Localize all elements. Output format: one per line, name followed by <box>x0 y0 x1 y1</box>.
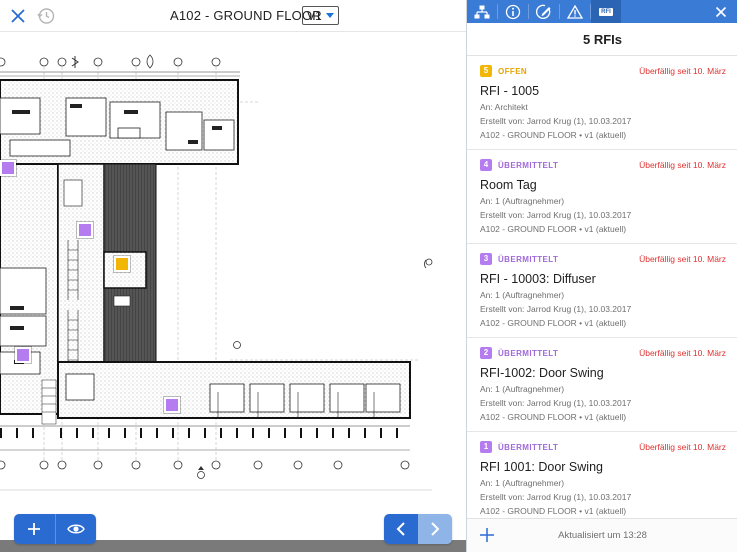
floor-plan-drawing[interactable] <box>0 40 466 500</box>
panel-footer: Aktualisiert um 13:28 <box>467 518 737 552</box>
rfi-number-badge: 3 <box>480 253 492 265</box>
rfi-recipient: An: 1 (Auftragnehmer) <box>480 290 565 300</box>
rfi-overdue: Überfällig seit 10. März <box>639 348 726 358</box>
rfi-created: Erstellt von: Jarrod Krug (1), 10.03.201… <box>480 210 632 220</box>
rfi-recipient: An: 1 (Auftragnehmer) <box>480 384 565 394</box>
history-icon[interactable] <box>36 6 56 26</box>
rfi-overdue: Überfällig seit 10. März <box>639 66 726 76</box>
rfi-created: Erstellt von: Jarrod Krug (1), 10.03.201… <box>480 492 632 502</box>
rfi-list-item[interactable]: 3 ÜBERMITTELT Überfällig seit 10. März R… <box>467 244 737 338</box>
rfi-sheet: A102 - GROUND FLOOR • v1 (aktuell) <box>480 506 627 516</box>
rfi-sheet: A102 - GROUND FLOOR • v1 (aktuell) <box>480 224 627 234</box>
rfi-created: Erstellt von: Jarrod Krug (1), 10.03.201… <box>480 304 632 314</box>
rfi-recipient: An: 1 (Auftragnehmer) <box>480 196 565 206</box>
rfi-list: 5 OFFEN Überfällig seit 10. März RFI - 1… <box>467 56 737 518</box>
rfi-sheet: A102 - GROUND FLOOR • v1 (aktuell) <box>480 318 627 328</box>
rfi-title: RFI - 1005 <box>480 84 540 98</box>
panel-tab-bar: RFI <box>467 0 737 23</box>
rfi-created: Erstellt von: Jarrod Krug (1), 10.03.201… <box>480 398 632 408</box>
rfi-title: RFI-1002: Door Swing <box>480 366 604 380</box>
rfi-recipient: An: Architekt <box>480 102 528 112</box>
rfi-icon[interactable]: RFI <box>591 0 621 23</box>
rfi-tab-label: RFI <box>599 7 613 16</box>
rfi-overdue: Überfällig seit 10. März <box>639 254 726 264</box>
rfi-pin-5[interactable] <box>114 256 130 272</box>
rfi-status-row: 1 ÜBERMITTELT Überfällig seit 10. März <box>480 440 726 454</box>
rfi-pin-1[interactable] <box>164 397 180 413</box>
rfi-title: RFI 1001: Door Swing <box>480 460 603 474</box>
document-title: A102 - GROUND FLOOR <box>170 8 322 23</box>
rfi-number-badge: 4 <box>480 159 492 171</box>
close-icon[interactable] <box>704 0 737 23</box>
rfi-status-row: 4 ÜBERMITTELT Überfällig seit 10. März <box>480 158 726 172</box>
rfi-status-row: 2 ÜBERMITTELT Überfällig seit 10. März <box>480 346 726 360</box>
pencil-circle-icon[interactable] <box>529 0 559 23</box>
rfi-list-item[interactable]: 1 ÜBERMITTELT Überfällig seit 10. März R… <box>467 432 737 518</box>
drawing-viewer: A102 - GROUND FLOOR V1 <box>0 0 466 552</box>
close-icon[interactable] <box>8 6 28 26</box>
rfi-status: ÜBERMITTELT <box>498 442 559 452</box>
chevron-left-icon[interactable] <box>384 514 418 544</box>
grid-bubbles-top <box>0 57 221 67</box>
version-value: V1 <box>307 8 322 23</box>
rfi-created: Erstellt von: Jarrod Krug (1), 10.03.201… <box>480 116 632 126</box>
rfi-status: OFFEN <box>498 66 528 76</box>
page-navigation <box>384 514 452 544</box>
rfi-panel: RFI 5 RFIs 5 OFFEN Überfällig seit 10. M… <box>466 0 737 552</box>
rfi-status-row: 5 OFFEN Überfällig seit 10. März <box>480 64 726 78</box>
rfi-list-item[interactable]: 5 OFFEN Überfällig seit 10. März RFI - 1… <box>467 56 737 150</box>
rfi-status-row: 3 ÜBERMITTELT Überfällig seit 10. März <box>480 252 726 266</box>
panel-title: 5 RFIs <box>467 23 737 56</box>
rfi-sheet: A102 - GROUND FLOOR • v1 (aktuell) <box>480 412 627 422</box>
floor-plan-svg <box>0 54 433 491</box>
last-updated-text: Aktualisiert um 13:28 <box>558 530 647 541</box>
rfi-overdue: Überfällig seit 10. März <box>639 160 726 170</box>
rfi-pin-2[interactable] <box>15 347 31 363</box>
chevron-down-icon <box>325 13 334 18</box>
rfi-status: ÜBERMITTELT <box>498 254 559 264</box>
rfi-number-badge: 5 <box>480 65 492 77</box>
rfi-list-item[interactable]: 2 ÜBERMITTELT Überfällig seit 10. März R… <box>467 338 737 432</box>
viewer-toolbar: A102 - GROUND FLOOR V1 <box>0 0 466 32</box>
version-select[interactable]: V1 <box>302 6 339 25</box>
rfi-number-badge: 1 <box>480 441 492 453</box>
rfi-overdue: Überfällig seit 10. März <box>639 442 726 452</box>
rfi-sheet: A102 - GROUND FLOOR • v1 (aktuell) <box>480 130 627 140</box>
rfi-recipient: An: 1 (Auftragnehmer) <box>480 478 565 488</box>
app-window: A102 - GROUND FLOOR V1 RFI 5 RFIs 5 OFFE… <box>0 0 737 552</box>
rfi-pin-3[interactable] <box>77 222 93 238</box>
rfi-number-badge: 2 <box>480 347 492 359</box>
rfi-title: Room Tag <box>480 178 537 192</box>
rfi-pin-4[interactable] <box>0 160 16 176</box>
rfi-status: ÜBERMITTELT <box>498 160 559 170</box>
warning-icon[interactable] <box>560 0 590 23</box>
info-icon[interactable] <box>498 0 528 23</box>
markup-toolbar <box>14 514 96 544</box>
rfi-list-item[interactable]: 4 ÜBERMITTELT Überfällig seit 10. März R… <box>467 150 737 244</box>
rfi-title: RFI - 10003: Diffuser <box>480 272 596 286</box>
sitemap-icon[interactable] <box>467 0 497 23</box>
eye-icon[interactable] <box>54 514 96 544</box>
rfi-status: ÜBERMITTELT <box>498 348 559 358</box>
plus-icon[interactable] <box>14 514 55 544</box>
chevron-right-icon[interactable] <box>418 514 452 544</box>
